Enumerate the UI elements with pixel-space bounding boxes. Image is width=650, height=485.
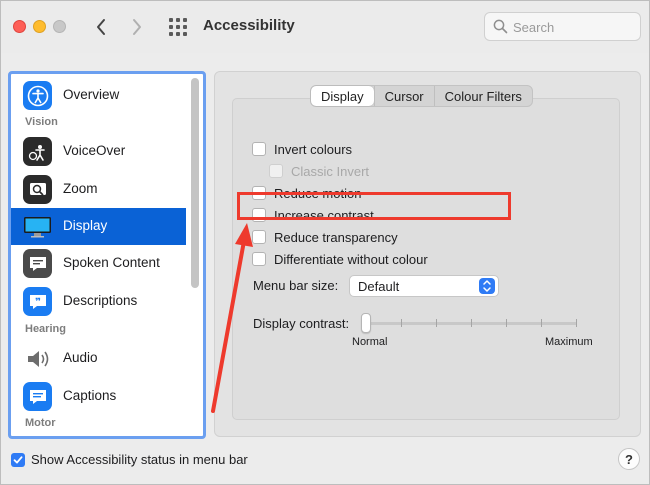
tab-cursor[interactable]: Cursor — [373, 86, 434, 106]
close-window-button[interactable] — [13, 20, 26, 33]
sidebar-item-label: Captions — [63, 388, 117, 403]
sidebar-item-spoken-content[interactable]: Spoken Content — [11, 245, 186, 282]
sidebar-item-overview[interactable]: Overview — [11, 77, 186, 114]
option-differentiate-without-colour[interactable]: Differentiate without colour — [252, 250, 428, 268]
show-status-label: Show Accessibility status in menu bar — [31, 452, 248, 467]
sidebar-item-label: Audio — [63, 350, 98, 365]
sidebar-item-audio[interactable]: Audio — [11, 340, 186, 377]
sidebar-item-descriptions[interactable]: ❞ Descriptions — [11, 283, 186, 320]
show-status-checkbox[interactable] — [11, 452, 25, 467]
sidebar-item-label: Spoken Content — [63, 255, 160, 270]
option-classic-invert: Classic Invert — [269, 162, 369, 180]
window-title: Accessibility — [203, 17, 295, 34]
menu-bar-size-label: Menu bar size: — [253, 278, 339, 293]
sidebar[interactable]: Overview Vision VoiceOver Zoom Display S… — [8, 71, 206, 439]
sidebar-item-label: Display — [63, 218, 108, 233]
speaker-icon — [23, 344, 52, 373]
preferences-window: Accessibility Overview Vision VoiceOver — [0, 0, 650, 485]
settings-pane: Invert colours Classic Invert Reduce mot… — [214, 71, 641, 437]
sidebar-item-label: Overview — [63, 87, 120, 102]
tab-bar: Display Cursor Colour Filters — [310, 85, 533, 107]
classic-invert-checkbox — [269, 164, 283, 178]
annotation-highlight-box — [237, 192, 511, 220]
menu-bar-size-select[interactable]: Default — [349, 275, 499, 297]
forward-button[interactable] — [125, 15, 149, 39]
menu-bar-size-value: Default — [358, 279, 400, 294]
display-options-box: Invert colours Classic Invert Reduce mot… — [232, 98, 620, 420]
sidebar-item-label: Zoom — [63, 181, 98, 196]
display-contrast-slider[interactable] — [367, 322, 577, 325]
help-button[interactable]: ? — [618, 448, 640, 470]
sidebar-item-label: VoiceOver — [63, 143, 126, 158]
tab-colour-filters[interactable]: Colour Filters — [433, 86, 532, 106]
accessibility-person-icon — [23, 81, 52, 110]
search-input[interactable] — [513, 18, 633, 36]
sidebar-scrollbar[interactable] — [191, 78, 199, 288]
slider-knob[interactable] — [361, 313, 371, 333]
sidebar-item-display[interactable]: Display — [11, 208, 186, 245]
back-button[interactable] — [89, 15, 113, 39]
sidebar-item-voiceover[interactable]: VoiceOver — [11, 133, 186, 170]
quote-bubble-icon: ❞ — [23, 287, 52, 316]
zoom-icon — [23, 175, 52, 204]
chevron-up-down-icon — [479, 278, 495, 294]
captions-icon — [23, 382, 52, 411]
sidebar-item-label: Descriptions — [63, 293, 138, 308]
show-all-grid-icon[interactable] — [167, 16, 189, 38]
option-label: Differentiate without colour — [274, 251, 428, 267]
minimize-window-button[interactable] — [33, 20, 46, 33]
slider-min-label: Normal — [352, 336, 388, 348]
display-monitor-icon — [23, 212, 52, 241]
option-invert-colours[interactable]: Invert colours — [252, 140, 352, 158]
show-status-option[interactable]: Show Accessibility status in menu bar — [11, 452, 248, 467]
section-header-hearing: Hearing — [25, 323, 66, 335]
sidebar-item-captions[interactable]: Captions — [11, 378, 186, 415]
chevron-right-icon — [133, 19, 141, 35]
title-bar: Accessibility — [1, 1, 649, 53]
search-icon — [493, 19, 508, 34]
svg-text:❞: ❞ — [35, 297, 41, 308]
display-contrast-label: Display contrast: — [253, 316, 350, 331]
option-label: Invert colours — [274, 141, 353, 157]
speech-bubble-icon — [23, 249, 52, 278]
invert-colours-checkbox[interactable] — [252, 142, 266, 156]
search-field[interactable] — [484, 12, 641, 41]
option-label: Classic Invert — [291, 163, 370, 179]
differentiate-without-colour-checkbox[interactable] — [252, 252, 266, 266]
zoom-window-button[interactable] — [53, 20, 66, 33]
sidebar-item-zoom[interactable]: Zoom — [11, 171, 186, 208]
voiceover-icon — [23, 137, 52, 166]
section-header-vision: Vision — [25, 116, 58, 128]
checkmark-icon — [13, 455, 23, 463]
reduce-transparency-checkbox[interactable] — [252, 230, 266, 244]
slider-max-label: Maximum — [545, 336, 593, 348]
option-label: Reduce transparency — [274, 229, 398, 245]
tab-display[interactable]: Display — [311, 86, 374, 106]
chevron-left-icon — [97, 19, 105, 35]
section-header-motor: Motor — [25, 417, 56, 429]
option-reduce-transparency[interactable]: Reduce transparency — [252, 228, 398, 246]
